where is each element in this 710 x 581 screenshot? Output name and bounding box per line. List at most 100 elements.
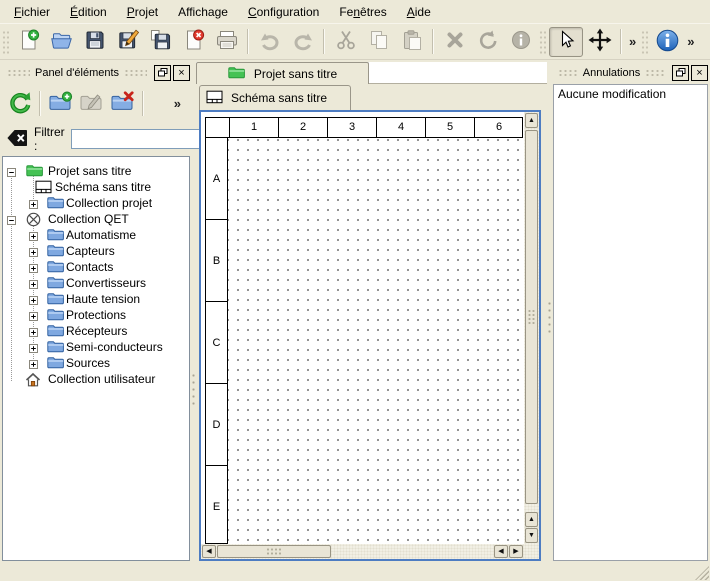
menu-fenetres[interactable]: Fenêtres <box>329 2 396 22</box>
properties-button[interactable] <box>504 27 537 57</box>
toolbar-overflow-button[interactable]: » <box>684 34 697 49</box>
scroll-down-button[interactable]: ▼ <box>525 528 538 543</box>
blue-folder-icon <box>47 340 64 356</box>
save-as-button[interactable] <box>111 27 144 57</box>
green-project-folder-icon <box>228 66 245 82</box>
edit-category-button[interactable] <box>76 88 107 118</box>
expand-box-icon[interactable] <box>29 342 38 356</box>
menu-projet[interactable]: Projet <box>117 2 168 22</box>
save-button[interactable] <box>78 27 111 57</box>
panel-toolbar-overflow-button[interactable]: » <box>171 96 184 111</box>
menu-configuration[interactable]: Configuration <box>238 2 329 22</box>
tree-item-haute-tension[interactable]: Haute tension <box>3 291 189 307</box>
tree-item-automatisme[interactable]: Automatisme <box>3 227 189 243</box>
undo-panel-titlebar[interactable]: Annulations × <box>553 64 708 82</box>
print-button[interactable] <box>210 27 243 57</box>
expand-box-icon[interactable] <box>29 358 38 372</box>
save-all-button[interactable] <box>144 27 177 57</box>
tree-item-convertisseurs[interactable]: Convertisseurs <box>3 275 189 291</box>
close-panel-button[interactable]: × <box>173 65 190 81</box>
tree-item-schema[interactable]: Schéma sans titre <box>3 179 189 195</box>
tree-item-protections[interactable]: Protections <box>3 307 189 323</box>
elements-panel-titlebar[interactable]: Panel d'éléments × <box>2 64 190 82</box>
project-tab[interactable]: Projet sans titre <box>196 62 369 84</box>
cut-button[interactable] <box>329 27 362 57</box>
expand-box-icon[interactable] <box>29 294 38 308</box>
open-project-button[interactable] <box>45 27 78 57</box>
expand-box-icon[interactable] <box>29 262 38 276</box>
scroll-left-button[interactable]: ◀ <box>202 545 216 558</box>
new-category-button[interactable] <box>45 88 76 118</box>
schema-canvas[interactable]: 1 2 3 4 5 6 A B C D E <box>201 112 524 544</box>
float-panel-button[interactable] <box>154 65 171 81</box>
blue-folder-icon <box>47 260 64 276</box>
close-icon: × <box>696 68 702 78</box>
tree-item-recepteurs[interactable]: Récepteurs <box>3 323 189 339</box>
close-file-button[interactable] <box>177 27 210 57</box>
tree-item-project[interactable]: Projet sans titre <box>3 163 189 179</box>
left-splitter-handle[interactable] <box>192 372 195 406</box>
collapse-box-icon[interactable] <box>7 166 16 180</box>
window-resize-grip[interactable] <box>695 566 709 580</box>
scroll-up-button[interactable]: ▲ <box>525 512 538 527</box>
reload-collections-button[interactable] <box>4 88 35 118</box>
tree-item-capteurs[interactable]: Capteurs <box>3 243 189 259</box>
undo-history-list[interactable]: Aucune modification <box>553 84 708 561</box>
tree-item-collection-qet[interactable]: Collection QET <box>3 211 189 227</box>
expand-box-icon[interactable] <box>29 278 38 292</box>
expand-box-icon[interactable] <box>29 230 38 244</box>
close-panel-button[interactable]: × <box>691 65 708 81</box>
collapse-box-icon[interactable] <box>7 214 16 228</box>
elements-tree[interactable]: Projet sans titre Schéma sans titre Coll… <box>2 156 190 561</box>
copy-button[interactable] <box>362 27 395 57</box>
toolbar-drag-handle[interactable] <box>641 30 648 54</box>
scroll-right-icon: ▶ <box>513 548 518 555</box>
undo-icon <box>258 29 282 54</box>
tree-item-collection-utilisateur[interactable]: Collection utilisateur <box>3 371 189 387</box>
expand-box-icon[interactable] <box>29 326 38 340</box>
grid-row-label: B <box>206 220 227 302</box>
horizontal-scrollbar-thumb[interactable] <box>217 545 331 558</box>
expand-box-icon[interactable] <box>29 198 38 212</box>
grid-row-label: A <box>206 138 227 220</box>
toolbar-overflow-button[interactable]: » <box>626 34 639 49</box>
scroll-left-button[interactable]: ◀ <box>494 545 508 558</box>
dock-texture <box>7 69 30 77</box>
rotate-button[interactable] <box>471 27 504 57</box>
scroll-up-button[interactable]: ▲ <box>525 113 538 128</box>
clear-filter-icon[interactable] <box>6 129 28 150</box>
float-panel-button[interactable] <box>672 65 689 81</box>
paste-button[interactable] <box>395 27 428 57</box>
save-as-icon <box>117 29 139 54</box>
vertical-scrollbar-thumb[interactable] <box>525 130 538 504</box>
expand-box-icon[interactable] <box>29 310 38 324</box>
vertical-scrollbar[interactable]: ▲ ▲ ▼ <box>524 112 539 544</box>
dock-texture <box>558 69 578 77</box>
horizontal-scrollbar[interactable]: ◀ ◀ ▶ <box>201 544 524 559</box>
tree-item-contacts[interactable]: Contacts <box>3 259 189 275</box>
tree-item-collection-projet[interactable]: Collection projet <box>3 195 189 211</box>
undo-button[interactable] <box>253 27 286 57</box>
schema-view[interactable]: 1 2 3 4 5 6 A B C D E ▲ ▲ ▼ ◀ ◀ <box>199 110 541 561</box>
toolbar-drag-handle[interactable] <box>539 30 546 54</box>
schema-tab[interactable]: Schéma sans titre <box>199 85 351 110</box>
scroll-right-button[interactable]: ▶ <box>509 545 523 558</box>
new-project-button[interactable] <box>12 27 45 57</box>
pan-mode-button[interactable] <box>583 27 616 57</box>
delete-category-button[interactable] <box>107 88 138 118</box>
redo-button[interactable] <box>286 27 319 57</box>
expand-box-icon[interactable] <box>29 246 38 260</box>
toolbar-drag-handle[interactable] <box>2 30 9 54</box>
menu-affichage[interactable]: Affichage <box>168 2 238 22</box>
toolbar-separator <box>432 29 434 54</box>
about-button[interactable] <box>651 27 684 57</box>
menu-aide[interactable]: Aide <box>397 2 441 22</box>
menu-edition[interactable]: Édition <box>60 2 117 22</box>
tree-item-semi-conducteurs[interactable]: Semi-conducteurs <box>3 339 189 355</box>
tree-item-sources[interactable]: Sources <box>3 355 189 371</box>
menu-fichier[interactable]: Fichier <box>4 2 60 22</box>
delete-button[interactable] <box>438 27 471 57</box>
selection-mode-button[interactable] <box>549 27 583 57</box>
undo-list-item[interactable]: Aucune modification <box>554 85 707 103</box>
right-splitter-handle[interactable] <box>548 300 551 334</box>
